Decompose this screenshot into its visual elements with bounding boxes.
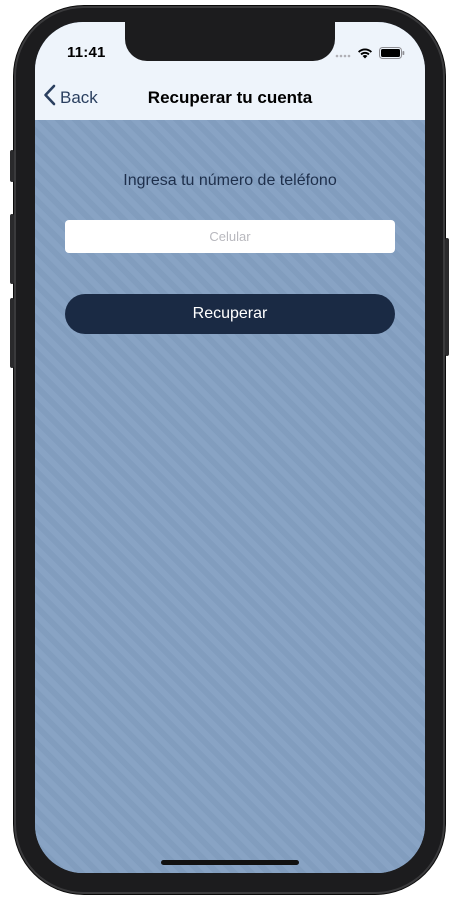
status-icons [335,46,405,64]
battery-icon [379,46,405,64]
cellular-dots-icon [335,46,351,64]
notch [125,22,335,61]
volume-up-button [10,214,14,284]
status-time: 11:41 [67,44,106,61]
status-bar: 11:41 [35,22,425,74]
navigation-bar: Back Recuperar tu cuenta [35,74,425,120]
volume-down-button [10,298,14,368]
recover-button[interactable]: Recuperar [65,294,395,334]
power-button [445,238,449,356]
phone-prompt-label: Ingresa tu número de teléfono [123,172,337,189]
phone-screen: 11:41 Back Recuperar tu cuenta Ingresa t… [35,22,425,873]
home-indicator[interactable] [161,860,299,865]
page-title: Recuperar tu cuenta [147,88,313,107]
mute-switch [10,150,14,182]
phone-number-input[interactable] [65,220,395,253]
recover-form: Ingresa tu número de teléfono Recuperar [35,120,425,873]
wifi-icon [357,46,373,64]
